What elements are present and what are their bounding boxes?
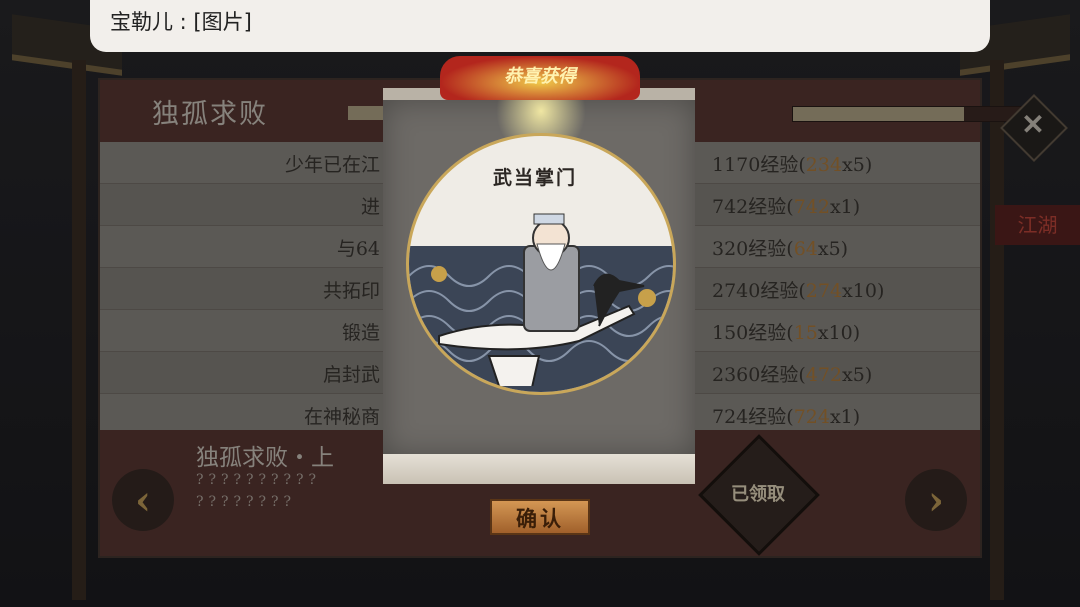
taoist-master-on-crane-icon bbox=[438, 213, 645, 386]
chat-notification[interactable]: 宝勒儿 : [图片] bbox=[90, 0, 990, 52]
confirm-button[interactable]: 确认 bbox=[490, 499, 590, 535]
reward-card-title: 武当掌门 bbox=[493, 167, 578, 189]
scroll-bottom-rod bbox=[383, 454, 695, 484]
banner-text: 恭喜获得 bbox=[504, 66, 576, 87]
chat-message: 宝勒儿 : [图片] bbox=[110, 10, 252, 34]
reward-banner: 恭喜获得 bbox=[380, 56, 698, 104]
